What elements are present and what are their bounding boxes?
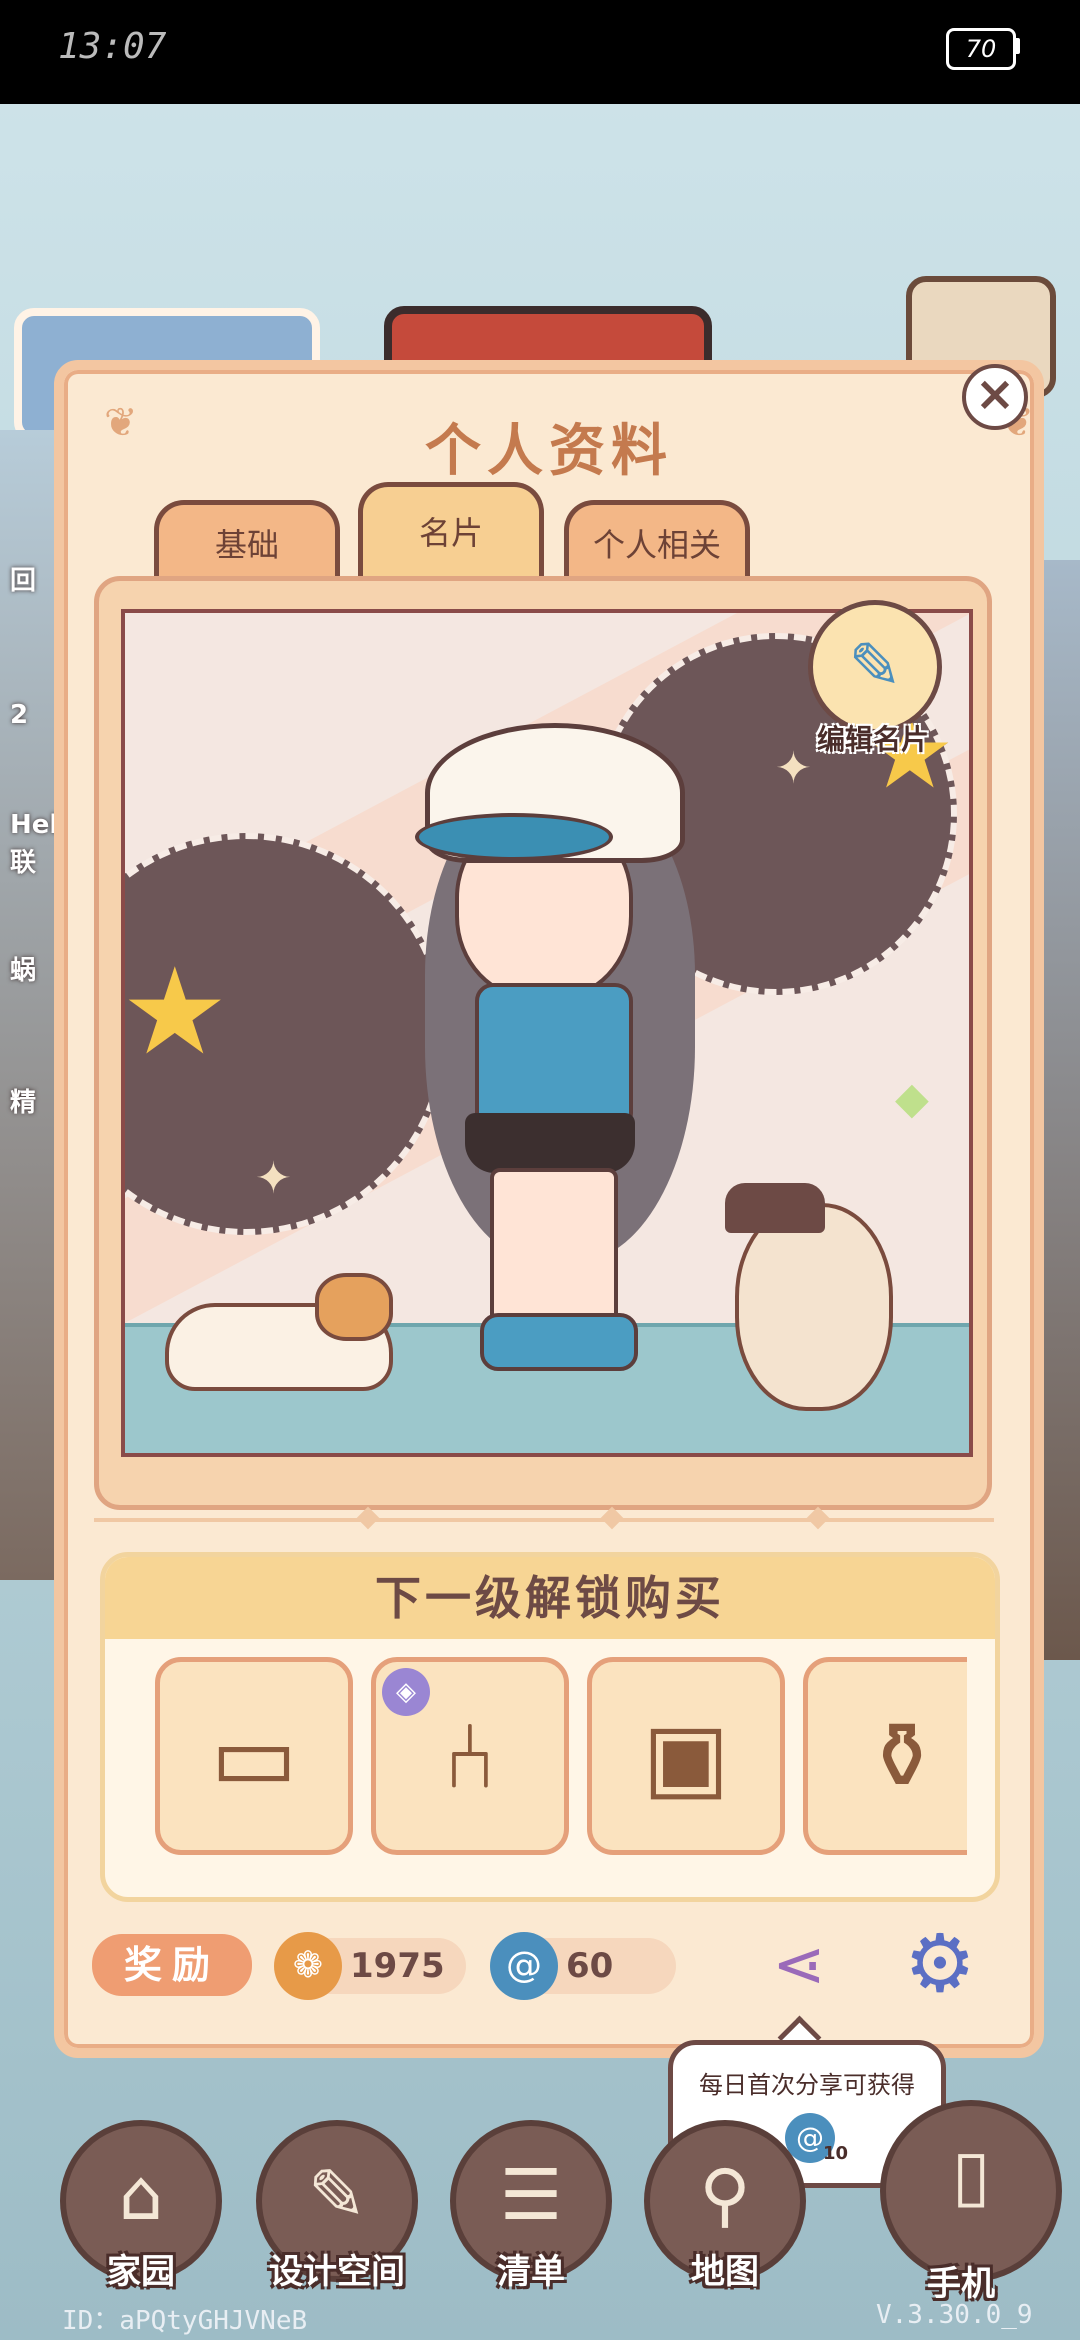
nav-home[interactable]: ⌂ 家园 (60, 2120, 222, 2292)
bg-left-label: 回 (10, 566, 37, 596)
close-button[interactable]: × (962, 364, 1028, 430)
table-icon: ▭ (210, 1702, 298, 1810)
edit-card-label[interactable]: 编辑名片 (778, 718, 968, 758)
unlock-item[interactable]: ◈ ⑃ (371, 1657, 569, 1855)
pet-dog-hat (725, 1183, 825, 1233)
gem-value: 60 (566, 1946, 614, 1986)
next-level-unlock-box: 下一级解锁购买 ▭ ◈ ⑃ ▣ ⚱ (100, 1552, 1000, 1902)
player-id: ID：aPQtyGHJVNeB (62, 2306, 308, 2336)
character-shoes (480, 1313, 638, 1371)
gem-counter: @ 60 (490, 1932, 676, 2000)
version-label: V.3.30.0_9 (876, 2300, 1033, 2330)
status-time: 13:07 (58, 26, 167, 67)
nav-phone-label: 手机 (927, 2264, 995, 2304)
bg-left-label: 2 (10, 700, 29, 730)
pet-cat-head (315, 1273, 393, 1341)
sparkle-icon: ✦ (255, 1153, 292, 1204)
bg-left-label: 联 (10, 848, 37, 878)
vase-flower-icon: ⚱ (863, 1702, 941, 1810)
bg-left-label: 精 (10, 1088, 37, 1118)
tooltip-reward-count: 10 (823, 2143, 849, 2164)
gear-icon: ⚙ (904, 1917, 976, 2010)
design-space-icon: ✎ (307, 2154, 367, 2236)
character-shirt (475, 983, 633, 1131)
reward-button[interactable]: 奖励 (92, 1934, 252, 1996)
bg-left-label: 蜗 (10, 956, 37, 986)
background-left-column (0, 430, 60, 1580)
pencil-icon: ✎ (848, 630, 902, 704)
share-icon: ⋖ (772, 1928, 826, 2002)
battery-icon: 70 (946, 28, 1016, 70)
star-icon: ★ (121, 943, 229, 1082)
phone-icon: ▯ (951, 2134, 991, 2216)
nav-design-space[interactable]: ✎ 设计空间 (256, 2120, 418, 2292)
unlock-item[interactable]: ▣ (587, 1657, 785, 1855)
edit-card-button[interactable]: ✎ (808, 600, 942, 734)
list-icon: ☰ (499, 2154, 563, 2236)
home-icon: ⌂ (118, 2154, 164, 2236)
map-icon: ⚲ (699, 2154, 751, 2236)
chair-icon: ⑃ (442, 1702, 498, 1810)
nav-phone[interactable]: ▯ 手机 (880, 2100, 1062, 2304)
unlock-header: 下一级解锁购买 (105, 1557, 995, 1639)
tab-personal[interactable]: 个人相关 (564, 500, 750, 585)
nav-home-label: 家园 (107, 2252, 175, 2292)
divider-dot (356, 1506, 380, 1530)
tab-basic[interactable]: 基础 (154, 500, 340, 585)
tab-business-card[interactable]: 名片 (358, 482, 544, 579)
character-legs (490, 1168, 618, 1326)
nav-map[interactable]: ⚲ 地图 (644, 2120, 806, 2292)
sparkle-icon: ◆ (895, 1073, 929, 1124)
panel-title: 个人资料 (425, 419, 673, 484)
tooltip-text: 每日首次分享可获得 (699, 2071, 915, 2099)
section-divider (94, 1518, 994, 1522)
coin-value: 1975 (350, 1946, 445, 1986)
nav-list[interactable]: ☰ 清单 (450, 2120, 612, 2292)
close-icon: × (974, 366, 1016, 422)
coin-icon: ❁ (274, 1932, 342, 2000)
battery-level: 70 (965, 35, 997, 63)
settings-button[interactable]: ⚙ (898, 1922, 982, 2006)
nav-list-label: 清单 (497, 2252, 565, 2292)
swirl-gem-icon: @ (490, 1932, 558, 2000)
nav-design-space-label: 设计空间 (269, 2252, 405, 2292)
divider-dot (600, 1506, 624, 1530)
pet-dog (735, 1203, 893, 1411)
share-button[interactable]: ⋖ (764, 1930, 834, 2000)
character-cap-brim (415, 813, 613, 861)
status-bar: 13:07 70 (0, 0, 1080, 104)
cabinet-icon: ▣ (642, 1702, 730, 1810)
unlock-item[interactable]: ▭ (155, 1657, 353, 1855)
battery-tip (1014, 38, 1020, 54)
unlock-items-list[interactable]: ▭ ◈ ⑃ ▣ ⚱ (155, 1657, 967, 1857)
character-skirt (465, 1113, 635, 1173)
divider-dot (806, 1506, 830, 1530)
nav-map-label: 地图 (691, 2252, 759, 2292)
coin-counter: ❁ 1975 (274, 1932, 466, 2000)
unlock-item[interactable]: ⚱ (803, 1657, 967, 1855)
special-badge-icon: ◈ (382, 1668, 430, 1716)
bg-left-label: Hel (10, 810, 59, 840)
